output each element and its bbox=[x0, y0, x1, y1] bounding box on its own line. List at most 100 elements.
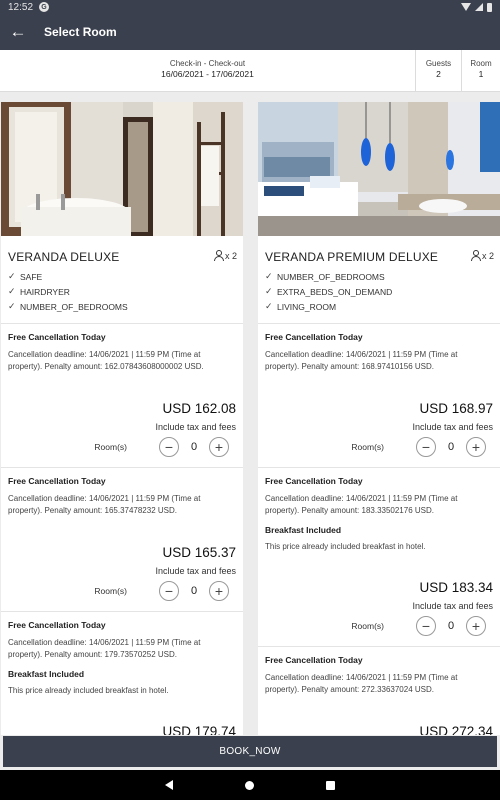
plus-button[interactable]: + bbox=[466, 437, 486, 457]
nav-back-icon[interactable] bbox=[165, 780, 173, 790]
room-capacity-value: x 2 bbox=[481, 250, 494, 261]
rate-offer: Free Cancellation Today Cancellation dea… bbox=[258, 646, 500, 735]
offer-description: Cancellation deadline: 14/06/2021 | 11:5… bbox=[8, 638, 201, 659]
plus-button[interactable]: + bbox=[209, 437, 229, 457]
nav-home-icon[interactable] bbox=[245, 780, 254, 790]
offer-price: USD 162.08 bbox=[162, 401, 236, 416]
amenity-label: LIVING_ROOM bbox=[277, 301, 337, 312]
book-now-button[interactable]: BOOK_NOW bbox=[3, 736, 497, 767]
person-icon bbox=[470, 250, 481, 261]
plus-button[interactable]: + bbox=[209, 581, 229, 601]
room-name: VERANDA DELUXE bbox=[8, 250, 120, 264]
rate-offer: Free Cancellation Today Cancellation dea… bbox=[258, 323, 500, 467]
status-bar: 12:52 G bbox=[0, 0, 500, 14]
room-list[interactable]: VERANDA DELUXE x 2 ✓ SAFE ✓ HAIRDRYER ✓ NUM… bbox=[0, 92, 500, 735]
check-icon: ✓ bbox=[8, 271, 16, 281]
signal-icon bbox=[475, 3, 483, 11]
room-capacity: x 2 bbox=[470, 250, 494, 261]
room-selector[interactable]: Room 1 bbox=[462, 50, 500, 91]
search-summary: Check-in - Check-out 16/06/2021 - 17/06/… bbox=[0, 50, 500, 92]
room-label: Room bbox=[470, 59, 492, 68]
rooms-label: Room(s) bbox=[351, 442, 384, 452]
room-capacity-value: x 2 bbox=[224, 250, 237, 261]
rate-offer: Free Cancellation Today Cancellation dea… bbox=[1, 323, 243, 467]
rate-offer: Free Cancellation Today Cancellation dea… bbox=[258, 467, 500, 646]
back-arrow-icon[interactable]: ← bbox=[0, 14, 36, 50]
quantity-value: 0 bbox=[447, 620, 455, 632]
offer-title: Free Cancellation Today bbox=[265, 332, 363, 342]
breakfast-title: Breakfast Included bbox=[8, 669, 85, 679]
amenity-item: ✓ HAIRDRYER bbox=[8, 284, 236, 299]
room-photo[interactable] bbox=[1, 102, 243, 236]
dates-selector[interactable]: Check-in - Check-out 16/06/2021 - 17/06/… bbox=[0, 50, 416, 91]
breakfast-title: Breakfast Included bbox=[265, 525, 342, 535]
quantity-stepper: Room(s) − 0 + bbox=[265, 616, 493, 636]
minus-button[interactable]: − bbox=[416, 437, 436, 457]
tax-note: Include tax and fees bbox=[412, 422, 493, 432]
minus-button[interactable]: − bbox=[159, 437, 179, 457]
quantity-value: 0 bbox=[190, 441, 198, 453]
amenity-label: SAFE bbox=[20, 271, 43, 282]
offer-description: Cancellation deadline: 14/06/2021 | 11:5… bbox=[265, 673, 458, 694]
room-card: VERANDA DELUXE x 2 ✓ SAFE ✓ HAIRDRYER ✓ NUM… bbox=[1, 102, 243, 735]
amenity-list: ✓ NUMBER_OF_BEDROOMS ✓ EXTRA_BEDS_ON_DEMAN… bbox=[258, 264, 500, 323]
breakfast-description: This price already included breakfast in… bbox=[8, 686, 169, 695]
tax-note: Include tax and fees bbox=[155, 566, 236, 576]
check-icon: ✓ bbox=[265, 271, 273, 281]
offer-description: Cancellation deadline: 14/06/2021 | 11:5… bbox=[8, 494, 201, 515]
room-value: 1 bbox=[478, 69, 484, 79]
offer-description: Cancellation deadline: 14/06/2021 | 11:5… bbox=[265, 350, 458, 371]
quantity-value: 0 bbox=[447, 441, 455, 453]
plus-button[interactable]: + bbox=[466, 616, 486, 636]
room-name: VERANDA PREMIUM DELUXE bbox=[265, 250, 439, 264]
breakfast-description: This price already included breakfast in… bbox=[265, 542, 426, 551]
quantity-stepper: Room(s) − 0 + bbox=[8, 581, 236, 601]
amenity-item: ✓ NUMBER_OF_BEDROOMS bbox=[265, 269, 493, 284]
offer-title: Free Cancellation Today bbox=[265, 476, 363, 486]
quantity-stepper: Room(s) − 0 + bbox=[265, 437, 493, 457]
offer-description: Cancellation deadline: 14/06/2021 | 11:5… bbox=[8, 350, 204, 371]
room-header: VERANDA DELUXE x 2 bbox=[1, 236, 243, 264]
minus-button[interactable]: − bbox=[159, 581, 179, 601]
bedroom-image bbox=[258, 102, 500, 236]
guests-selector[interactable]: Guests 2 bbox=[416, 50, 462, 91]
amenity-label: NUMBER_OF_BEDROOMS bbox=[20, 301, 128, 312]
room-photo[interactable] bbox=[258, 102, 500, 236]
offer-price: USD 183.34 bbox=[419, 580, 493, 595]
check-icon: ✓ bbox=[8, 286, 16, 296]
offer-title: Free Cancellation Today bbox=[8, 620, 106, 630]
page-title: Select Room bbox=[44, 25, 117, 39]
system-nav-bar bbox=[0, 770, 500, 800]
amenity-list: ✓ SAFE ✓ HAIRDRYER ✓ NUMBER_OF_BEDROOMS bbox=[1, 264, 243, 323]
quantity-value: 0 bbox=[190, 585, 198, 597]
dates-label: Check-in - Check-out bbox=[169, 59, 246, 68]
offer-price: USD 165.37 bbox=[162, 545, 236, 560]
minus-button[interactable]: − bbox=[416, 616, 436, 636]
rooms-label: Room(s) bbox=[351, 621, 384, 631]
status-time: 12:52 bbox=[8, 1, 34, 13]
check-icon: ✓ bbox=[265, 286, 273, 296]
rate-offer: Free Cancellation Today Cancellation dea… bbox=[1, 467, 243, 611]
offer-price: USD 272.34 bbox=[419, 724, 493, 735]
wifi-icon bbox=[461, 3, 471, 11]
bathroom-image bbox=[1, 102, 243, 236]
tax-note: Include tax and fees bbox=[155, 422, 236, 432]
notification-icon: G bbox=[39, 2, 50, 12]
amenity-label: NUMBER_OF_BEDROOMS bbox=[277, 271, 385, 282]
dates-value: 16/06/2021 - 17/06/2021 bbox=[161, 69, 254, 79]
amenity-label: EXTRA_BEDS_ON_DEMAND bbox=[277, 286, 393, 297]
amenity-item: ✓ LIVING_ROOM bbox=[265, 299, 493, 314]
battery-icon bbox=[487, 2, 492, 12]
app-bar: ← Select Room bbox=[0, 14, 500, 50]
rate-offer: Free Cancellation Today Cancellation dea… bbox=[1, 611, 243, 735]
amenity-item: ✓ SAFE bbox=[8, 269, 236, 284]
guests-value: 2 bbox=[436, 69, 441, 79]
tax-note: Include tax and fees bbox=[412, 601, 493, 611]
quantity-stepper: Room(s) − 0 + bbox=[8, 437, 236, 457]
status-icons bbox=[461, 2, 492, 12]
amenity-item: ✓ NUMBER_OF_BEDROOMS bbox=[8, 299, 236, 314]
room-header: VERANDA PREMIUM DELUXE x 2 bbox=[258, 236, 500, 264]
offer-price: USD 168.97 bbox=[419, 401, 493, 416]
amenity-label: HAIRDRYER bbox=[20, 286, 70, 297]
nav-recents-icon[interactable] bbox=[326, 780, 335, 790]
